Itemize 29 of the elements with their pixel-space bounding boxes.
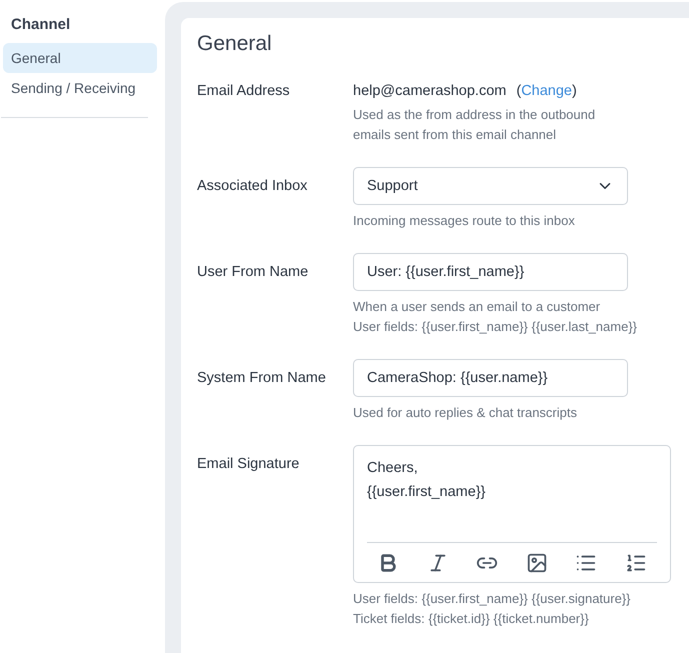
signature-line: {{user.first_name}} [367, 483, 486, 502]
signature-editor[interactable]: Cheers, {{user.first_name}} [353, 445, 671, 583]
inbox-select[interactable]: Support [353, 167, 628, 205]
numbered-list-icon[interactable] [624, 552, 647, 574]
sidebar-item[interactable]: Sending / Receiving [3, 73, 157, 103]
field-label: User From Name [197, 263, 310, 282]
field-label: Email Address [197, 83, 291, 101]
field-label: Email Signature [197, 455, 300, 474]
sidebar-title: Channel [10, 16, 72, 33]
help-text: Incoming messages route to this inbox [353, 212, 576, 230]
field-label: Associated Inbox [197, 177, 308, 196]
input-field[interactable]: User: {{user.first_name}} [353, 253, 628, 291]
signature-line: Cheers, [367, 459, 419, 478]
help-text: User fields: {{user.first_name}} {{user.signature}} [353, 590, 632, 608]
help-text: Used for auto replies & chat transcripts [353, 404, 578, 422]
change-paren: ) [572, 83, 577, 99]
change-paren: ( [516, 83, 522, 99]
help-text: emails sent from this email channel [353, 126, 558, 144]
input-field[interactable]: CameraShop: {{user.name}} [353, 359, 628, 397]
help-text: When a user sends an email to a customer [353, 298, 602, 316]
panel-title: General [197, 32, 273, 56]
change-link[interactable]: Change [521, 83, 572, 99]
field-label: System From Name [197, 369, 327, 388]
help-text: Ticket fields: {{ticket.id}} {{ticket.number}} [353, 610, 590, 628]
help-text: User fields: {{user.first_name}} {{user.last_name}} [353, 318, 638, 336]
image-icon[interactable] [526, 552, 548, 574]
sidebar-item[interactable]: General [3, 43, 157, 73]
email-address: help@camerashop.com [353, 83, 506, 99]
help-text: Used as the from address in the outbound [353, 106, 596, 124]
